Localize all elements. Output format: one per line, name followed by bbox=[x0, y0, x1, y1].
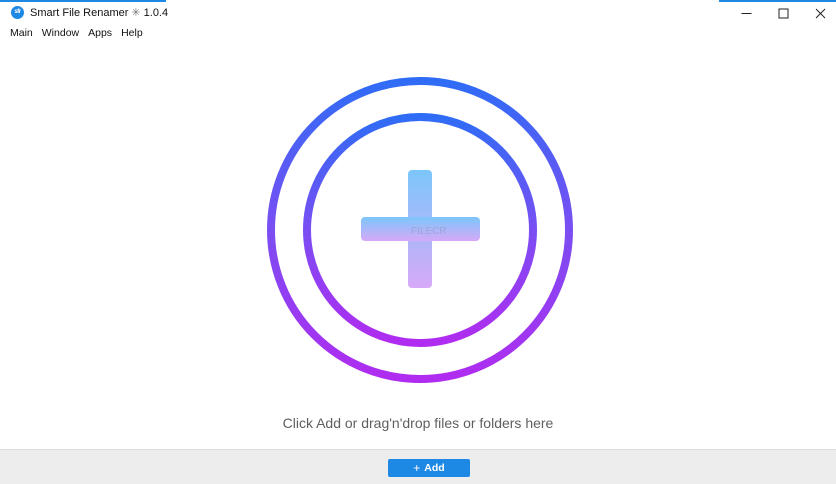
menu-apps[interactable]: Apps bbox=[88, 27, 112, 43]
minimize-button[interactable] bbox=[726, 0, 766, 26]
bottom-bar: + Add bbox=[0, 449, 836, 484]
menu-window[interactable]: Window bbox=[42, 27, 79, 43]
add-button-label: Add bbox=[424, 462, 445, 474]
maximize-icon bbox=[778, 8, 788, 18]
menu-bar: Main Window Apps Help bbox=[10, 27, 143, 43]
app-window: sfr Smart File Renamer ✳ 1.0.4 Main Window… bbox=[0, 0, 836, 484]
add-circle-icon[interactable]: FILECR bbox=[264, 74, 576, 386]
menu-main[interactable]: Main bbox=[10, 27, 33, 43]
minimize-icon bbox=[741, 12, 751, 14]
app-name: Smart File Renamer bbox=[30, 7, 129, 19]
maximize-button[interactable] bbox=[763, 0, 803, 26]
add-button[interactable]: + Add bbox=[388, 459, 470, 477]
app-version: 1.0.4 bbox=[143, 7, 169, 19]
title-bar[interactable]: sfr Smart File Renamer ✳ 1.0.4 bbox=[0, 0, 836, 26]
title-separator: ✳ bbox=[131, 7, 141, 19]
window-title: Smart File Renamer ✳ 1.0.4 bbox=[30, 6, 168, 19]
drop-hint-text: Click Add or drag'n'drop files or folder… bbox=[282, 415, 554, 431]
app-logo-icon: sfr bbox=[11, 6, 24, 19]
menu-help[interactable]: Help bbox=[121, 27, 143, 43]
plus-icon: + bbox=[413, 461, 421, 475]
title-accent-left bbox=[0, 0, 166, 2]
close-icon bbox=[815, 8, 825, 18]
drop-zone[interactable]: FILECR bbox=[264, 74, 576, 386]
watermark-text: FILECR bbox=[411, 226, 447, 237]
close-button[interactable] bbox=[800, 0, 836, 26]
